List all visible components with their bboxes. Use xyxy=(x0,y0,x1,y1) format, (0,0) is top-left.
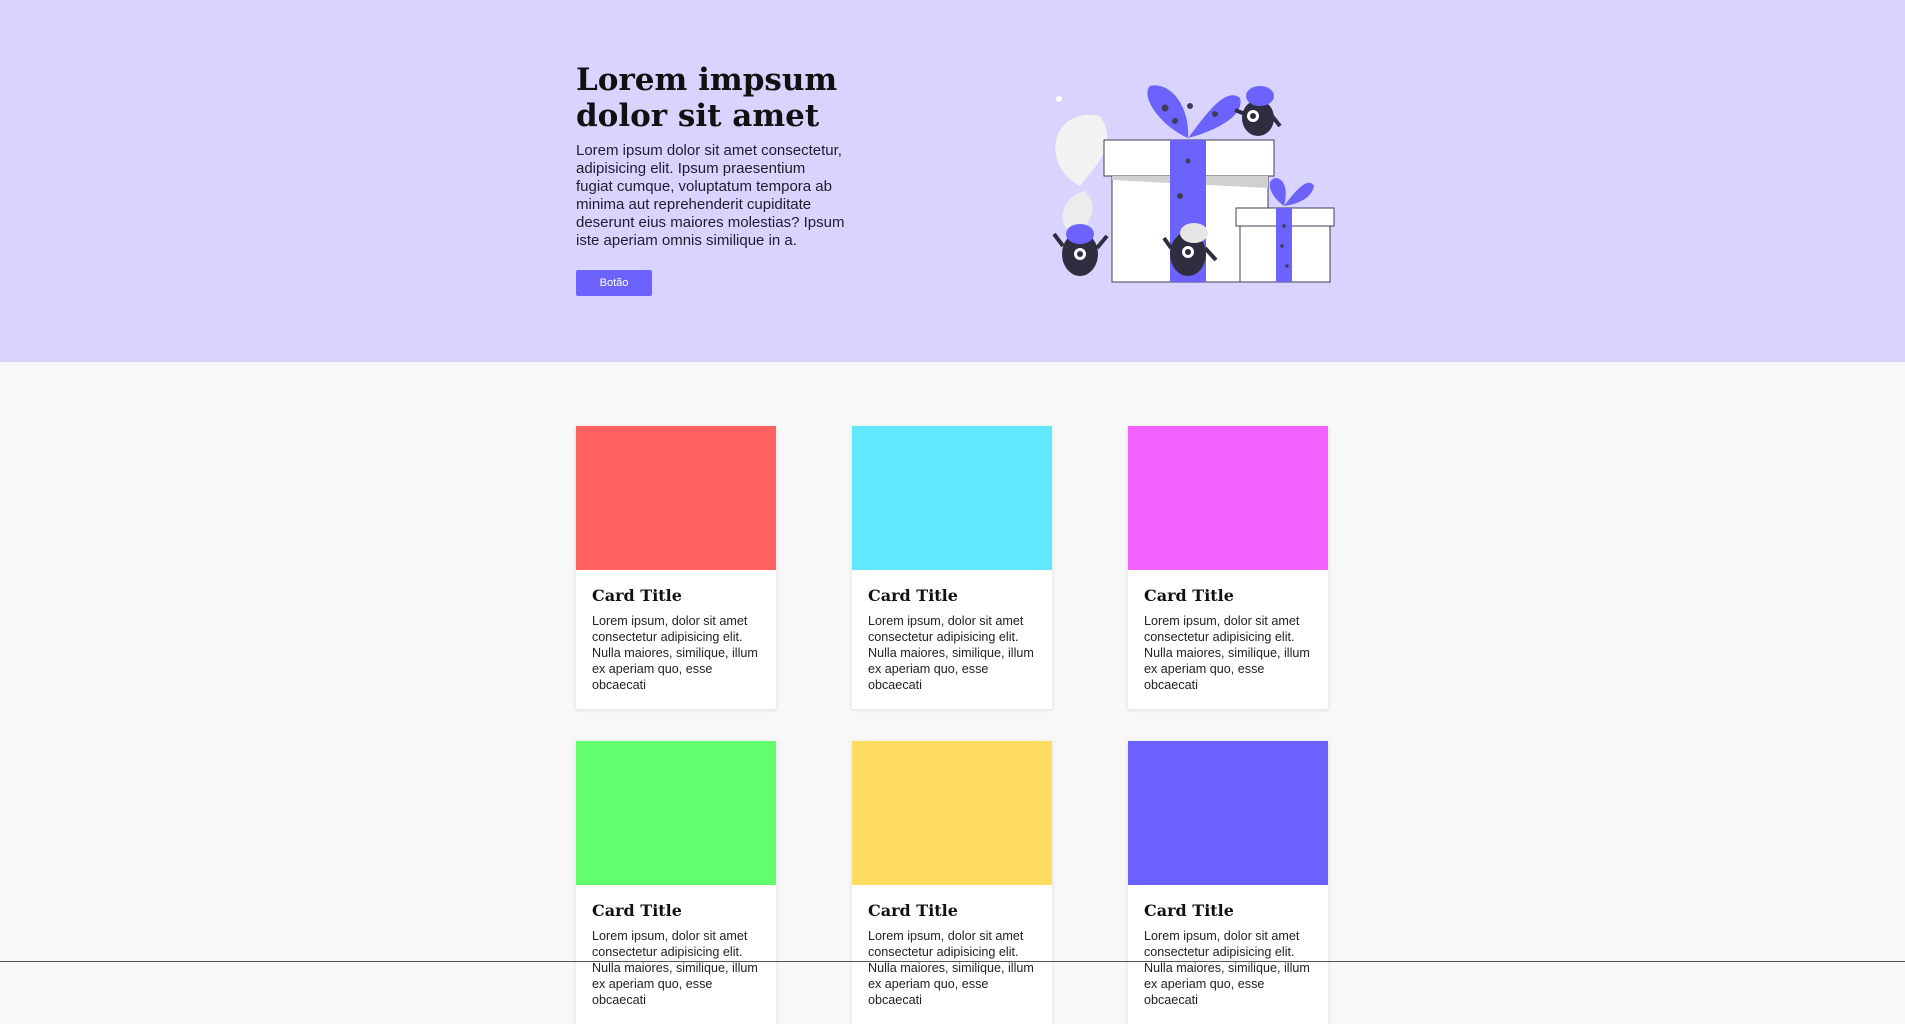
card-title: Card Title xyxy=(592,901,682,920)
card-image xyxy=(576,741,776,885)
hero-section: Lorem impsum dolor sit amet Lorem ipsum … xyxy=(0,0,1905,362)
card-image xyxy=(1128,426,1328,570)
hero-description: Lorem ipsum dolor sit amet consectetur, … xyxy=(576,142,845,249)
hero-button[interactable]: Botão xyxy=(576,270,652,296)
card[interactable]: Card Title Lorem ipsum, dolor sit amet c… xyxy=(1128,426,1328,709)
card-body: Card Title Lorem ipsum, dolor sit amet c… xyxy=(576,570,776,693)
card-title: Card Title xyxy=(868,901,958,920)
card-image xyxy=(852,741,1052,885)
card-body: Card Title Lorem ipsum, dolor sit amet c… xyxy=(576,885,776,1008)
card-title: Card Title xyxy=(592,586,682,605)
card-text: Lorem ipsum, dolor sit amet consectetur … xyxy=(592,614,758,692)
card[interactable]: Card Title Lorem ipsum, dolor sit amet c… xyxy=(852,741,1052,1024)
card-image xyxy=(576,426,776,570)
hero-title: Lorem impsum dolor sit amet xyxy=(576,62,838,134)
card-text: Lorem ipsum, dolor sit amet consectetur … xyxy=(1144,929,1310,1007)
card[interactable]: Card Title Lorem ipsum, dolor sit amet c… xyxy=(1128,741,1328,1024)
cards-grid: Card Title Lorem ipsum, dolor sit amet c… xyxy=(576,426,1328,1024)
card-body: Card Title Lorem ipsum, dolor sit amet c… xyxy=(1128,885,1328,1008)
gift-boxes-illustration xyxy=(1052,85,1335,283)
card-title: Card Title xyxy=(1144,586,1234,605)
hero-text-block: Lorem impsum dolor sit amet Lorem ipsum … xyxy=(576,62,846,296)
card-body: Card Title Lorem ipsum, dolor sit amet c… xyxy=(1128,570,1328,693)
card-body: Card Title Lorem ipsum, dolor sit amet c… xyxy=(852,570,1052,693)
card-title: Card Title xyxy=(1144,901,1234,920)
card-text: Lorem ipsum, dolor sit amet consectetur … xyxy=(592,929,758,1007)
card-title: Card Title xyxy=(868,586,958,605)
card[interactable]: Card Title Lorem ipsum, dolor sit amet c… xyxy=(576,426,776,709)
card-text: Lorem ipsum, dolor sit amet consectetur … xyxy=(1144,614,1310,692)
card-image xyxy=(852,426,1052,570)
card[interactable]: Card Title Lorem ipsum, dolor sit amet c… xyxy=(852,426,1052,709)
card-text: Lorem ipsum, dolor sit amet consectetur … xyxy=(868,614,1034,692)
card[interactable]: Card Title Lorem ipsum, dolor sit amet c… xyxy=(576,741,776,1024)
card-text: Lorem ipsum, dolor sit amet consectetur … xyxy=(868,929,1034,1007)
card-image xyxy=(1128,741,1328,885)
card-body: Card Title Lorem ipsum, dolor sit amet c… xyxy=(852,885,1052,1008)
